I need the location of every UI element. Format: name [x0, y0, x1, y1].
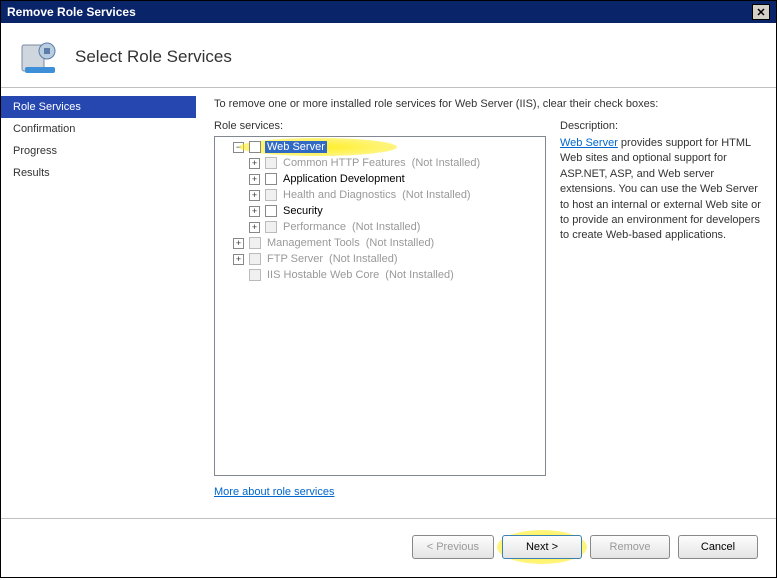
- tree-checkbox: [265, 189, 277, 201]
- tree-item-label[interactable]: Performance: [281, 221, 348, 233]
- close-icon: ✕: [756, 6, 765, 19]
- tree-item-label[interactable]: Web Server: [265, 141, 327, 153]
- tree-checkbox: [249, 269, 261, 281]
- description-text: Web Server provides support for HTML Web…: [560, 136, 762, 244]
- description-link[interactable]: Web Server: [560, 137, 618, 149]
- titlebar: Remove Role Services ✕: [1, 1, 776, 23]
- sidebar-item-confirmation[interactable]: Confirmation: [1, 118, 196, 140]
- tree-checkbox[interactable]: [265, 205, 277, 217]
- page-title: Select Role Services: [75, 47, 232, 67]
- expand-icon[interactable]: +: [249, 222, 260, 233]
- tree-item-label[interactable]: Management Tools: [265, 237, 362, 249]
- tree-row[interactable]: + Application Development: [215, 171, 545, 187]
- previous-button[interactable]: < Previous: [412, 535, 494, 559]
- description-body: provides support for HTML Web sites and …: [560, 137, 761, 241]
- role-services-tree[interactable]: −Web Server + Common HTTP Features (Not Ins…: [214, 136, 546, 476]
- expand-icon[interactable]: +: [249, 206, 260, 217]
- tree-checkbox: [265, 157, 277, 169]
- tree-checkbox: [249, 253, 261, 265]
- tree-item-label[interactable]: Common HTTP Features: [281, 157, 408, 169]
- expand-icon[interactable]: +: [249, 174, 260, 185]
- tree-item-label[interactable]: FTP Server: [265, 253, 325, 265]
- content: To remove one or more installed role ser…: [196, 88, 776, 518]
- sidebar: Role ServicesConfirmationProgressResults: [1, 88, 196, 518]
- expand-icon[interactable]: +: [233, 238, 244, 249]
- remove-button[interactable]: Remove: [590, 535, 670, 559]
- tree-item-status: (Not Installed): [366, 237, 434, 249]
- tree-row[interactable]: + Common HTTP Features (Not Installed): [215, 155, 545, 171]
- sidebar-item-role-services[interactable]: Role Services: [1, 96, 196, 118]
- tree-item-status: (Not Installed): [412, 157, 480, 169]
- cancel-button[interactable]: Cancel: [678, 535, 758, 559]
- header: Select Role Services: [1, 23, 776, 87]
- sidebar-item-results[interactable]: Results: [1, 162, 196, 184]
- tree-row[interactable]: IIS Hostable Web Core (Not Installed): [215, 267, 545, 283]
- next-button[interactable]: Next >: [502, 535, 582, 559]
- close-button[interactable]: ✕: [752, 4, 770, 20]
- tree-item-status: (Not Installed): [402, 189, 470, 201]
- body: Role ServicesConfirmationProgressResults…: [1, 88, 776, 518]
- tree-item-label[interactable]: Health and Diagnostics: [281, 189, 398, 201]
- tree-item-status: (Not Installed): [385, 269, 453, 281]
- tree-checkbox: [249, 237, 261, 249]
- expand-icon[interactable]: +: [249, 158, 260, 169]
- wizard-icon: [19, 37, 59, 77]
- tree-row[interactable]: + FTP Server (Not Installed): [215, 251, 545, 267]
- tree-checkbox[interactable]: [249, 141, 261, 153]
- tree-row[interactable]: −Web Server: [215, 139, 545, 155]
- tree-item-label[interactable]: IIS Hostable Web Core: [265, 269, 381, 281]
- more-about-link[interactable]: More about role services: [214, 486, 546, 498]
- expand-icon[interactable]: +: [233, 254, 244, 265]
- footer: < Previous Next > Remove Cancel: [1, 518, 776, 580]
- sidebar-item-progress[interactable]: Progress: [1, 140, 196, 162]
- tree-row[interactable]: + Health and Diagnostics (Not Installed): [215, 187, 545, 203]
- tree-label: Role services:: [214, 120, 546, 132]
- instruction-text: To remove one or more installed role ser…: [214, 98, 762, 110]
- expand-icon[interactable]: +: [249, 190, 260, 201]
- tree-item-label[interactable]: Security: [281, 205, 325, 217]
- tree-item-status: (Not Installed): [352, 221, 420, 233]
- tree-item-label[interactable]: Application Development: [281, 173, 407, 185]
- tree-item-status: (Not Installed): [329, 253, 397, 265]
- tree-checkbox[interactable]: [265, 173, 277, 185]
- description-label: Description:: [560, 120, 762, 132]
- tree-row[interactable]: + Management Tools (Not Installed): [215, 235, 545, 251]
- tree-checkbox: [265, 221, 277, 233]
- tree-row[interactable]: + Security: [215, 203, 545, 219]
- tree-row[interactable]: + Performance (Not Installed): [215, 219, 545, 235]
- window-title: Remove Role Services: [7, 5, 136, 19]
